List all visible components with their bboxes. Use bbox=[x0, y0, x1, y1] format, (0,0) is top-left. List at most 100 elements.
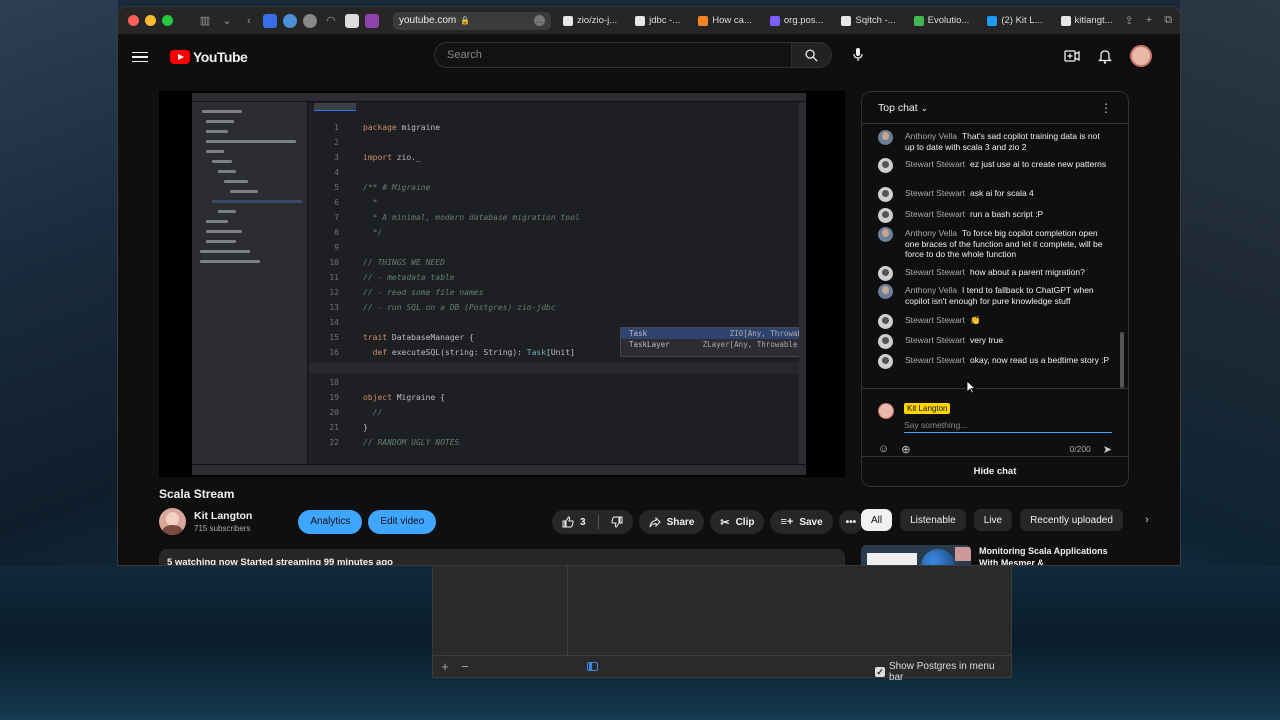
chat-message[interactable]: Stewart Stewart 👏 bbox=[878, 314, 1110, 329]
browser-tab[interactable]: jdbc -... bbox=[629, 12, 686, 30]
chat-message-body: Anthony Vella To force big copilot comple… bbox=[905, 228, 1110, 260]
tab-label: org.pos... bbox=[783, 15, 824, 26]
rss-icon[interactable]: ◠ bbox=[323, 14, 339, 27]
description-box[interactable]: 5 watching now Started streaming 99 minu… bbox=[159, 549, 845, 565]
browser-toolbar: ▥ ⌄ ‹ ◠ youtube.com 🔒 … zio/zio-j... jdb… bbox=[118, 7, 1180, 35]
recommendation-filters: All Listenable Live Recently uploaded › bbox=[861, 509, 1157, 531]
close-window-button[interactable] bbox=[128, 15, 139, 26]
video-thumbnail[interactable] bbox=[861, 545, 971, 565]
emoji-icon[interactable]: ☺ bbox=[878, 443, 889, 455]
browser-tab[interactable]: zio/zio-j... bbox=[557, 12, 623, 30]
browser-tab[interactable]: (2) Kit L... bbox=[981, 12, 1048, 30]
back-icon[interactable]: ‹ bbox=[241, 15, 257, 27]
current-line-highlight bbox=[309, 362, 799, 374]
more-actions-button[interactable]: ••• bbox=[838, 510, 864, 534]
search-button[interactable] bbox=[792, 42, 832, 68]
clip-button[interactable]: ✂ Clip bbox=[710, 510, 765, 534]
browser-tab[interactable]: org.pos... bbox=[764, 12, 830, 30]
search-input[interactable]: Search bbox=[434, 42, 792, 68]
more-vertical-icon[interactable]: ⋮ bbox=[1100, 101, 1112, 115]
maximize-window-button[interactable] bbox=[162, 15, 173, 26]
sidebar-toggle-icon[interactable] bbox=[587, 662, 598, 671]
share-button[interactable]: Share bbox=[638, 510, 705, 534]
youtube-logo[interactable]: YouTube bbox=[170, 49, 248, 65]
menu-bar-checkbox[interactable]: ✓ bbox=[875, 667, 885, 677]
github-icon[interactable] bbox=[345, 13, 359, 28]
thumbs-up-icon[interactable] bbox=[562, 516, 574, 528]
chip-recently-uploaded[interactable]: Recently uploaded bbox=[1020, 509, 1123, 531]
chat-author-avatar bbox=[878, 208, 893, 223]
channel-avatar[interactable] bbox=[159, 508, 186, 535]
chat-message[interactable]: Stewart Stewart run a bash script :P bbox=[878, 208, 1110, 223]
analytics-button[interactable]: Analytics bbox=[298, 509, 363, 534]
code-line: 14 bbox=[329, 318, 339, 327]
postgres-sidebar-divider bbox=[567, 566, 568, 656]
extension-icon[interactable] bbox=[263, 13, 277, 28]
ide-code-editor: 22// RANDOM UGLY NOTES 21} 20 // 19 object M… bbox=[309, 112, 806, 464]
extension-icon[interactable] bbox=[283, 13, 297, 28]
thumbs-down-icon[interactable] bbox=[610, 516, 623, 528]
remove-server-button[interactable]: − bbox=[455, 659, 475, 674]
browser-tab[interactable]: How ca... bbox=[692, 12, 758, 30]
chip-listenable[interactable]: Listenable bbox=[900, 509, 966, 531]
video-title: Scala Stream bbox=[159, 487, 235, 501]
save-label: Save bbox=[799, 516, 823, 528]
send-icon[interactable]: ➤ bbox=[1103, 443, 1112, 456]
channel-name[interactable]: Kit Langton bbox=[194, 510, 252, 522]
search-icon bbox=[805, 48, 818, 62]
browser-tab[interactable]: Evolutio... bbox=[908, 12, 976, 30]
browser-tab[interactable]: Sqitch -... bbox=[835, 12, 901, 30]
create-video-icon[interactable] bbox=[1064, 49, 1080, 63]
recommended-video[interactable]: Monitoring Scala Applications With Mesme… bbox=[861, 545, 1109, 565]
code-line: 19 object Migraine { bbox=[329, 393, 445, 402]
code-line: 21} bbox=[329, 423, 368, 432]
menu-bar-label: Show Postgres in menu bar bbox=[888, 661, 995, 683]
chevron-right-icon[interactable]: › bbox=[1137, 509, 1157, 531]
chip-live[interactable]: Live bbox=[973, 509, 1013, 531]
menu-bar-option[interactable]: ✓ Show Postgres in menu bar bbox=[875, 661, 1011, 683]
chat-message[interactable]: Stewart Stewart okay, now read us a bedti… bbox=[878, 354, 1110, 369]
account-avatar[interactable] bbox=[1130, 45, 1152, 67]
chat-message[interactable]: Stewart Stewart ez just use ai to create … bbox=[878, 158, 1110, 173]
recommended-title[interactable]: Monitoring Scala Applications With Mesme… bbox=[979, 545, 1109, 565]
extension-icon[interactable] bbox=[365, 13, 379, 28]
chat-message[interactable]: Anthony Vella I tend to fallback to ChatG… bbox=[878, 284, 1110, 306]
add-circle-icon[interactable]: ⊕ bbox=[901, 443, 910, 456]
edit-video-button[interactable]: Edit video bbox=[368, 509, 437, 534]
youtube-play-icon bbox=[170, 50, 190, 64]
chat-input[interactable]: Say something... bbox=[904, 418, 1112, 433]
share-icon[interactable]: ⇪ bbox=[1125, 14, 1134, 27]
chat-mode-dropdown[interactable]: Top chat ⌄ bbox=[878, 102, 928, 114]
sidebar-icon[interactable]: ▥ bbox=[197, 14, 213, 27]
tab-overview-icon[interactable]: ⧉ bbox=[1164, 14, 1172, 27]
like-dislike-group: 3 bbox=[552, 510, 633, 534]
chat-author-avatar bbox=[878, 130, 893, 145]
browser-tab[interactable]: kitlangt... bbox=[1055, 12, 1119, 30]
save-button[interactable]: ≡+ Save bbox=[770, 510, 833, 534]
code-line: 2 bbox=[334, 138, 339, 147]
chip-all[interactable]: All bbox=[861, 509, 893, 531]
chat-message[interactable]: Stewart Stewart how about a parent migrat… bbox=[878, 266, 1110, 281]
chevron-down-icon[interactable]: ⌄ bbox=[219, 14, 235, 27]
minimize-window-button[interactable] bbox=[145, 15, 156, 26]
new-tab-icon[interactable]: + bbox=[1146, 14, 1152, 27]
address-bar[interactable]: youtube.com 🔒 … bbox=[393, 11, 551, 30]
code-line: 20 // bbox=[329, 408, 383, 417]
more-icon[interactable]: … bbox=[533, 15, 545, 26]
video-player[interactable]: 22// RANDOM UGLY NOTES 21} 20 // 19 object M… bbox=[159, 91, 845, 477]
menu-icon[interactable] bbox=[132, 51, 148, 63]
char-counter: 0/200 bbox=[1069, 444, 1091, 454]
chat-message[interactable]: Stewart Stewart ask ai for scala 4 bbox=[878, 187, 1110, 202]
chat-message[interactable]: Stewart Stewart very true bbox=[878, 334, 1110, 349]
microphone-icon bbox=[853, 48, 863, 61]
channel-row: Kit Langton 715 subscribers Analytics Ed… bbox=[159, 508, 437, 535]
chat-message[interactable]: Anthony Vella To force big copilot comple… bbox=[878, 227, 1110, 260]
add-server-button[interactable]: + bbox=[435, 659, 455, 674]
chat-message[interactable]: Anthony Vella That's sad copilot training… bbox=[878, 130, 1110, 152]
notifications-bell-icon[interactable] bbox=[1098, 49, 1112, 64]
tab-label: zio/zio-j... bbox=[576, 15, 618, 26]
extension-icon[interactable] bbox=[303, 13, 317, 28]
voice-search-button[interactable] bbox=[846, 43, 870, 67]
hide-chat-button[interactable]: Hide chat bbox=[862, 456, 1128, 486]
chat-scrollbar[interactable] bbox=[1120, 332, 1124, 388]
